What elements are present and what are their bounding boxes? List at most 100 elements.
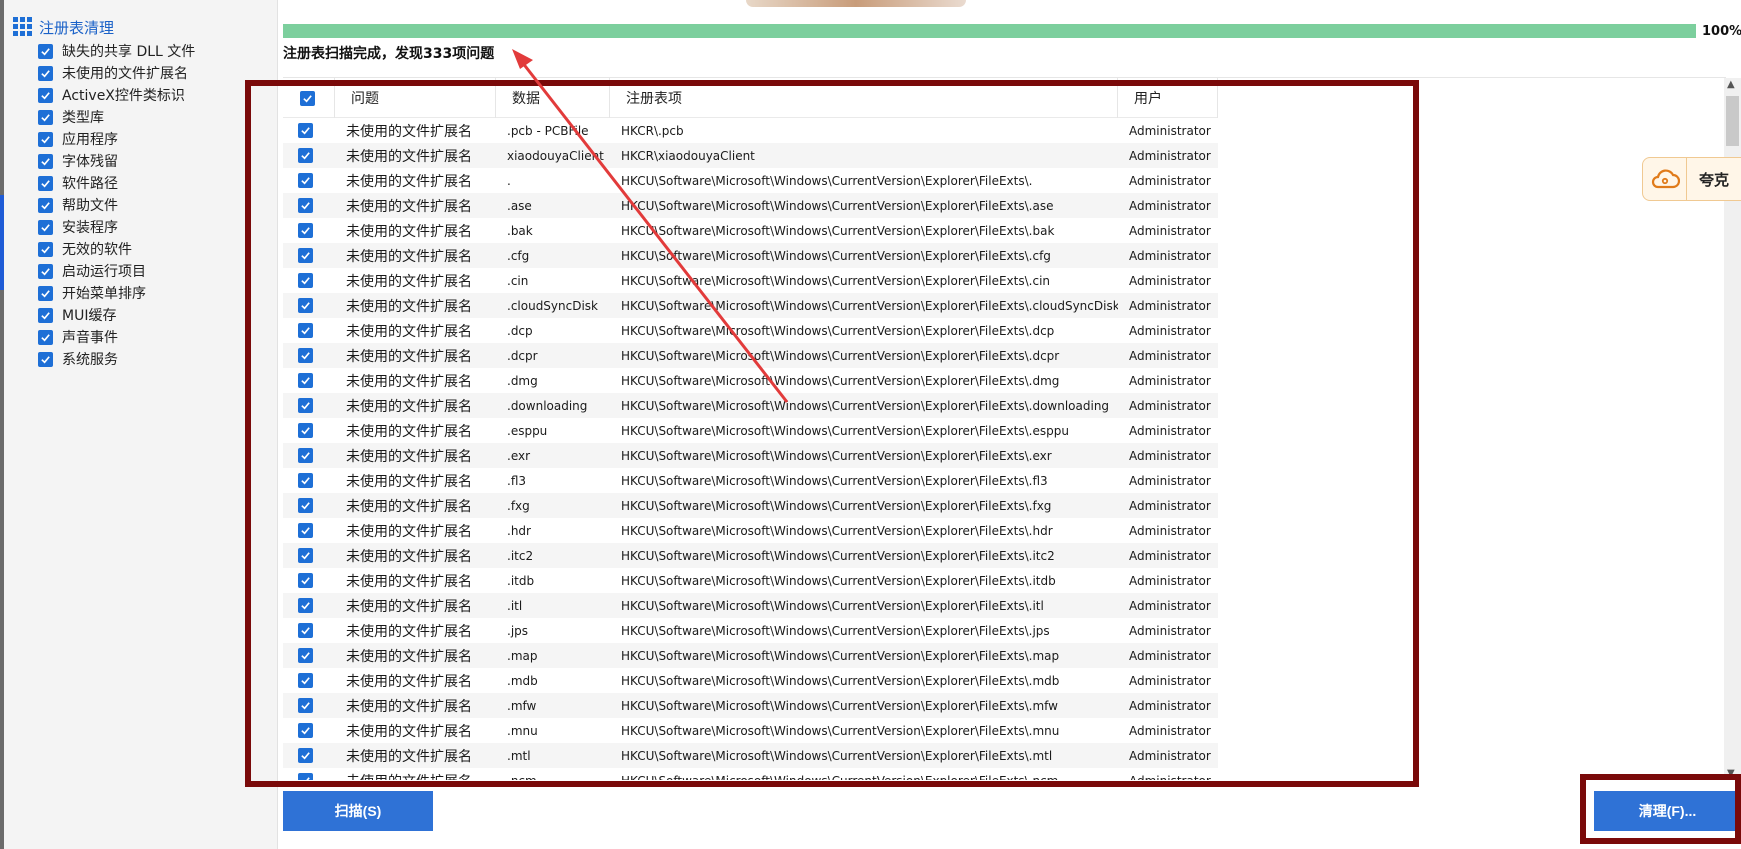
sidebar-item-checkbox[interactable] xyxy=(38,175,53,191)
table-row[interactable]: 未使用的文件扩展名.ncmHKCU\Software\Microsoft\Win… xyxy=(283,768,1218,780)
row-checkbox[interactable] xyxy=(283,243,335,268)
sidebar-item-checkbox[interactable] xyxy=(38,219,53,235)
row-checkbox[interactable] xyxy=(283,368,335,393)
table-row[interactable]: 未使用的文件扩展名 .itl HKCU\Software\Microsoft\Win… xyxy=(283,593,1218,618)
table-row[interactable]: 未使用的文件扩展名 .itdb HKCU\Software\Microsoft\Wi… xyxy=(283,568,1218,593)
row-checkbox[interactable] xyxy=(283,293,335,318)
table-row[interactable]: 未使用的文件扩展名 .exr HKCU\Software\Microsoft\Win… xyxy=(283,443,1218,468)
table-row[interactable]: 未使用的文件扩展名 .bak HKCU\Software\Microsoft\Win… xyxy=(283,218,1218,243)
sidebar-item-checkbox[interactable] xyxy=(38,241,53,257)
column-header-registry-key[interactable]: 注册表项 xyxy=(610,78,1118,118)
column-header-user[interactable]: 用户 xyxy=(1118,78,1218,118)
row-checkbox[interactable] xyxy=(283,468,335,493)
sidebar-item[interactable]: 类型库 xyxy=(38,106,195,128)
table-row[interactable]: 未使用的文件扩展名 .mfw HKCU\Software\Microsoft\Win… xyxy=(283,693,1218,718)
sidebar-item-checkbox[interactable] xyxy=(38,65,53,81)
table-row[interactable]: 未使用的文件扩展名 .downloading HKCU\Software\Micro… xyxy=(283,393,1218,418)
sidebar-item[interactable]: 应用程序 xyxy=(38,128,195,150)
sidebar-item-checkbox[interactable] xyxy=(38,87,53,103)
table-row[interactable]: 未使用的文件扩展名 .itc2 HKCU\Software\Microsoft\Wi… xyxy=(283,543,1218,568)
table-row[interactable]: 未使用的文件扩展名 .cloudSyncDisk HKCU\Software\Mic… xyxy=(283,293,1218,318)
table-row[interactable]: 未使用的文件扩展名 .ase HKCU\Software\Microsoft\Win… xyxy=(283,193,1218,218)
sidebar-item-checkbox[interactable] xyxy=(38,109,53,125)
sidebar-item[interactable]: 缺失的共享 DLL 文件 xyxy=(38,40,195,62)
table-row[interactable]: 未使用的文件扩展名 xiaodouyaClient HKCR\xiaodouyaCl… xyxy=(283,143,1218,168)
table-row[interactable]: 未使用的文件扩展名 .mdb HKCU\Software\Microsoft\Win… xyxy=(283,668,1218,693)
row-checkbox[interactable] xyxy=(283,743,335,768)
sidebar-item-checkbox[interactable] xyxy=(38,307,53,323)
sidebar-item[interactable]: ActiveX控件类标识 xyxy=(38,84,195,106)
column-header-data[interactable]: 数据 xyxy=(496,78,610,118)
row-checkbox[interactable] xyxy=(283,693,335,718)
row-checkbox[interactable] xyxy=(283,343,335,368)
row-checkbox[interactable] xyxy=(283,418,335,443)
table-row[interactable]: 未使用的文件扩展名 .hdr HKCU\Software\Microsoft\Win… xyxy=(283,518,1218,543)
table-row[interactable]: 未使用的文件扩展名 .jps HKCU\Software\Microsoft\Win… xyxy=(283,618,1218,643)
table-row[interactable]: 未使用的文件扩展名 .fl3 HKCU\Software\Microsoft\Win… xyxy=(283,468,1218,493)
sidebar-item[interactable]: 软件路径 xyxy=(38,172,195,194)
sidebar-item[interactable]: 帮助文件 xyxy=(38,194,195,216)
table-row[interactable]: 未使用的文件扩展名 .mtl HKCU\Software\Microsoft\Win… xyxy=(283,743,1218,768)
table-row[interactable]: 未使用的文件扩展名 .fxg HKCU\Software\Microsoft\Win… xyxy=(283,493,1218,518)
sidebar-item[interactable]: 启动运行项目 xyxy=(38,260,195,282)
table-body: 未使用的文件扩展名 .pcb - PCBFile HKCR\.pcb Administ… xyxy=(283,118,1218,780)
table-row[interactable]: 未使用的文件扩展名 .esppu HKCU\Software\Microsoft\W… xyxy=(283,418,1218,443)
table-row[interactable]: 未使用的文件扩展名 .dmg HKCU\Software\Microsoft\Win… xyxy=(283,368,1218,393)
row-checkbox[interactable] xyxy=(283,568,335,593)
sidebar-item-checkbox[interactable] xyxy=(38,329,53,345)
sidebar-item-checkbox[interactable] xyxy=(38,263,53,279)
row-checkbox[interactable] xyxy=(283,193,335,218)
row-checkbox[interactable] xyxy=(283,443,335,468)
cell-registry-key: HKCU\Software\Microsoft\Windows\CurrentV… xyxy=(621,398,1110,413)
sidebar-item[interactable]: 开始菜单排序 xyxy=(38,282,195,304)
sidebar-item-checkbox[interactable] xyxy=(38,131,53,147)
column-header-issue[interactable]: 问题 xyxy=(335,78,496,118)
row-checkbox[interactable] xyxy=(283,493,335,518)
scrollbar-thumb[interactable] xyxy=(1726,96,1739,146)
sidebar-item-checkbox[interactable] xyxy=(38,43,53,59)
sidebar-item[interactable]: MUI缓存 xyxy=(38,304,195,326)
cell-data: .mfw xyxy=(507,698,537,713)
row-checkbox[interactable] xyxy=(283,643,335,668)
sidebar-item[interactable]: 声音事件 xyxy=(38,326,195,348)
row-checkbox[interactable] xyxy=(283,168,335,193)
select-all-checkbox[interactable] xyxy=(283,78,335,118)
sidebar-item[interactable]: 安装程序 xyxy=(38,216,195,238)
table-row[interactable]: 未使用的文件扩展名 .cin HKCU\Software\Microsoft\Win… xyxy=(283,268,1218,293)
sidebar-item-checkbox[interactable] xyxy=(38,153,53,169)
scroll-down-arrow-icon[interactable]: ▼ xyxy=(1727,768,1735,779)
table-row[interactable]: 未使用的文件扩展名 .mnu HKCU\Software\Microsoft\Win… xyxy=(283,718,1218,743)
sidebar-header[interactable]: 注册表清理 xyxy=(13,17,114,37)
cloud-side-badge[interactable]: 夸克 xyxy=(1642,157,1741,201)
row-checkbox[interactable] xyxy=(283,668,335,693)
scroll-up-arrow-icon[interactable]: ▲ xyxy=(1727,79,1735,90)
sidebar-item[interactable]: 字体残留 xyxy=(38,150,195,172)
clean-button[interactable]: 清理(F)... xyxy=(1594,791,1741,831)
row-checkbox[interactable] xyxy=(283,268,335,293)
scan-button[interactable]: 扫描(S) xyxy=(283,791,433,831)
row-checkbox[interactable] xyxy=(283,318,335,343)
row-checkbox[interactable] xyxy=(283,118,335,143)
row-checkbox[interactable] xyxy=(283,143,335,168)
row-checkbox[interactable] xyxy=(283,518,335,543)
row-checkbox[interactable] xyxy=(283,593,335,618)
row-checkbox[interactable] xyxy=(283,618,335,643)
table-row[interactable]: 未使用的文件扩展名 .map HKCU\Software\Microsoft\Win… xyxy=(283,643,1218,668)
table-row[interactable]: 未使用的文件扩展名 .pcb - PCBFile HKCR\.pcb Administ… xyxy=(283,118,1218,143)
row-checkbox[interactable] xyxy=(283,718,335,743)
row-checkbox[interactable] xyxy=(283,393,335,418)
sidebar-item-checkbox[interactable] xyxy=(38,285,53,301)
row-checkbox[interactable] xyxy=(283,768,335,780)
sidebar-item[interactable]: 系统服务 xyxy=(38,348,195,370)
sidebar-item[interactable]: 未使用的文件扩展名 xyxy=(38,62,195,84)
table-row[interactable]: 未使用的文件扩展名 .dcpr HKCU\Software\Microsoft\Wi… xyxy=(283,343,1218,368)
table-row[interactable]: 未使用的文件扩展名. HKCU\Software\Microsoft\Window… xyxy=(283,168,1218,193)
sidebar-item-checkbox[interactable] xyxy=(38,351,53,367)
table-row[interactable]: 未使用的文件扩展名 .dcp HKCU\Software\Microsoft\Win… xyxy=(283,318,1218,343)
sidebar-item[interactable]: 无效的软件 xyxy=(38,238,195,260)
category-list: 缺失的共享 DLL 文件 未使用的文件扩展名 ActiveX控件类标识 类型库 应用程序… xyxy=(38,40,195,370)
sidebar-item-checkbox[interactable] xyxy=(38,197,53,213)
row-checkbox[interactable] xyxy=(283,543,335,568)
row-checkbox[interactable] xyxy=(283,218,335,243)
table-row[interactable]: 未使用的文件扩展名 .cfg HKCU\Software\Microsoft\Win… xyxy=(283,243,1218,268)
